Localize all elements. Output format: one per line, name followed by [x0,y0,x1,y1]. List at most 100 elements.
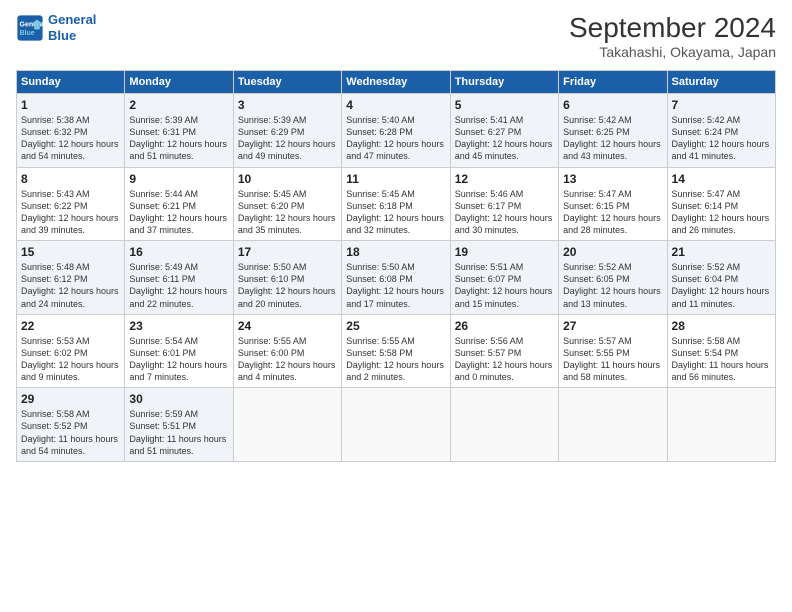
day-cell: 2 Sunrise: 5:39 AMSunset: 6:31 PMDayligh… [125,94,233,168]
day-number: 7 [672,98,771,112]
day-number: 14 [672,172,771,186]
col-header-monday: Monday [125,71,233,94]
day-info: Sunrise: 5:39 AMSunset: 6:29 PMDaylight:… [238,114,337,163]
day-cell [450,388,558,462]
logo-text: GeneralBlue [48,12,96,43]
day-number: 21 [672,245,771,259]
day-number: 16 [129,245,228,259]
day-number: 30 [129,392,228,406]
day-cell: 11 Sunrise: 5:45 AMSunset: 6:18 PMDaylig… [342,167,450,241]
day-cell: 3 Sunrise: 5:39 AMSunset: 6:29 PMDayligh… [233,94,341,168]
day-number: 25 [346,319,445,333]
day-number: 11 [346,172,445,186]
week-row-2: 8 Sunrise: 5:43 AMSunset: 6:22 PMDayligh… [17,167,776,241]
header: General Blue GeneralBlue September 2024 … [16,12,776,60]
day-info: Sunrise: 5:52 AMSunset: 6:05 PMDaylight:… [563,261,662,310]
day-cell: 27 Sunrise: 5:57 AMSunset: 5:55 PMDaylig… [559,314,667,388]
day-info: Sunrise: 5:52 AMSunset: 6:04 PMDaylight:… [672,261,771,310]
day-cell: 6 Sunrise: 5:42 AMSunset: 6:25 PMDayligh… [559,94,667,168]
day-cell: 10 Sunrise: 5:45 AMSunset: 6:20 PMDaylig… [233,167,341,241]
day-number: 19 [455,245,554,259]
day-cell: 16 Sunrise: 5:49 AMSunset: 6:11 PMDaylig… [125,241,233,315]
title-block: September 2024 Takahashi, Okayama, Japan [569,12,776,60]
day-info: Sunrise: 5:42 AMSunset: 6:24 PMDaylight:… [672,114,771,163]
day-cell: 8 Sunrise: 5:43 AMSunset: 6:22 PMDayligh… [17,167,125,241]
day-info: Sunrise: 5:55 AMSunset: 5:58 PMDaylight:… [346,335,445,384]
day-info: Sunrise: 5:58 AMSunset: 5:54 PMDaylight:… [672,335,771,384]
day-number: 1 [21,98,120,112]
day-number: 8 [21,172,120,186]
day-info: Sunrise: 5:38 AMSunset: 6:32 PMDaylight:… [21,114,120,163]
header-row: SundayMondayTuesdayWednesdayThursdayFrid… [17,71,776,94]
day-cell: 26 Sunrise: 5:56 AMSunset: 5:57 PMDaylig… [450,314,558,388]
day-cell: 12 Sunrise: 5:46 AMSunset: 6:17 PMDaylig… [450,167,558,241]
day-info: Sunrise: 5:58 AMSunset: 5:52 PMDaylight:… [21,408,120,457]
calendar-table: SundayMondayTuesdayWednesdayThursdayFrid… [16,70,776,462]
day-cell [342,388,450,462]
col-header-saturday: Saturday [667,71,775,94]
col-header-tuesday: Tuesday [233,71,341,94]
day-number: 22 [21,319,120,333]
day-info: Sunrise: 5:57 AMSunset: 5:55 PMDaylight:… [563,335,662,384]
day-number: 12 [455,172,554,186]
day-cell: 28 Sunrise: 5:58 AMSunset: 5:54 PMDaylig… [667,314,775,388]
day-info: Sunrise: 5:50 AMSunset: 6:08 PMDaylight:… [346,261,445,310]
day-info: Sunrise: 5:56 AMSunset: 5:57 PMDaylight:… [455,335,554,384]
day-info: Sunrise: 5:43 AMSunset: 6:22 PMDaylight:… [21,188,120,237]
svg-text:Blue: Blue [20,30,35,37]
day-info: Sunrise: 5:41 AMSunset: 6:27 PMDaylight:… [455,114,554,163]
day-number: 13 [563,172,662,186]
day-number: 27 [563,319,662,333]
day-number: 29 [21,392,120,406]
day-cell: 15 Sunrise: 5:48 AMSunset: 6:12 PMDaylig… [17,241,125,315]
day-info: Sunrise: 5:59 AMSunset: 5:51 PMDaylight:… [129,408,228,457]
day-cell: 23 Sunrise: 5:54 AMSunset: 6:01 PMDaylig… [125,314,233,388]
day-cell: 17 Sunrise: 5:50 AMSunset: 6:10 PMDaylig… [233,241,341,315]
day-cell: 18 Sunrise: 5:50 AMSunset: 6:08 PMDaylig… [342,241,450,315]
day-number: 20 [563,245,662,259]
day-number: 6 [563,98,662,112]
day-cell: 9 Sunrise: 5:44 AMSunset: 6:21 PMDayligh… [125,167,233,241]
logo-icon: General Blue [16,14,44,42]
day-cell: 1 Sunrise: 5:38 AMSunset: 6:32 PMDayligh… [17,94,125,168]
day-cell: 24 Sunrise: 5:55 AMSunset: 6:00 PMDaylig… [233,314,341,388]
day-number: 24 [238,319,337,333]
month-title: September 2024 [569,12,776,44]
week-row-4: 22 Sunrise: 5:53 AMSunset: 6:02 PMDaylig… [17,314,776,388]
day-cell: 21 Sunrise: 5:52 AMSunset: 6:04 PMDaylig… [667,241,775,315]
day-info: Sunrise: 5:51 AMSunset: 6:07 PMDaylight:… [455,261,554,310]
day-cell [233,388,341,462]
day-number: 5 [455,98,554,112]
col-header-sunday: Sunday [17,71,125,94]
day-number: 15 [21,245,120,259]
day-cell: 4 Sunrise: 5:40 AMSunset: 6:28 PMDayligh… [342,94,450,168]
day-info: Sunrise: 5:53 AMSunset: 6:02 PMDaylight:… [21,335,120,384]
day-cell: 25 Sunrise: 5:55 AMSunset: 5:58 PMDaylig… [342,314,450,388]
day-number: 3 [238,98,337,112]
day-info: Sunrise: 5:54 AMSunset: 6:01 PMDaylight:… [129,335,228,384]
day-info: Sunrise: 5:47 AMSunset: 6:14 PMDaylight:… [672,188,771,237]
day-number: 9 [129,172,228,186]
day-number: 23 [129,319,228,333]
day-number: 10 [238,172,337,186]
day-cell: 29 Sunrise: 5:58 AMSunset: 5:52 PMDaylig… [17,388,125,462]
day-info: Sunrise: 5:47 AMSunset: 6:15 PMDaylight:… [563,188,662,237]
day-cell: 5 Sunrise: 5:41 AMSunset: 6:27 PMDayligh… [450,94,558,168]
week-row-1: 1 Sunrise: 5:38 AMSunset: 6:32 PMDayligh… [17,94,776,168]
day-number: 18 [346,245,445,259]
col-header-thursday: Thursday [450,71,558,94]
day-info: Sunrise: 5:46 AMSunset: 6:17 PMDaylight:… [455,188,554,237]
day-number: 28 [672,319,771,333]
day-info: Sunrise: 5:39 AMSunset: 6:31 PMDaylight:… [129,114,228,163]
day-cell: 22 Sunrise: 5:53 AMSunset: 6:02 PMDaylig… [17,314,125,388]
day-number: 2 [129,98,228,112]
day-info: Sunrise: 5:45 AMSunset: 6:18 PMDaylight:… [346,188,445,237]
week-row-3: 15 Sunrise: 5:48 AMSunset: 6:12 PMDaylig… [17,241,776,315]
calendar-page: General Blue GeneralBlue September 2024 … [0,0,792,612]
day-info: Sunrise: 5:50 AMSunset: 6:10 PMDaylight:… [238,261,337,310]
day-info: Sunrise: 5:44 AMSunset: 6:21 PMDaylight:… [129,188,228,237]
day-cell: 14 Sunrise: 5:47 AMSunset: 6:14 PMDaylig… [667,167,775,241]
day-info: Sunrise: 5:42 AMSunset: 6:25 PMDaylight:… [563,114,662,163]
day-number: 17 [238,245,337,259]
day-info: Sunrise: 5:45 AMSunset: 6:20 PMDaylight:… [238,188,337,237]
